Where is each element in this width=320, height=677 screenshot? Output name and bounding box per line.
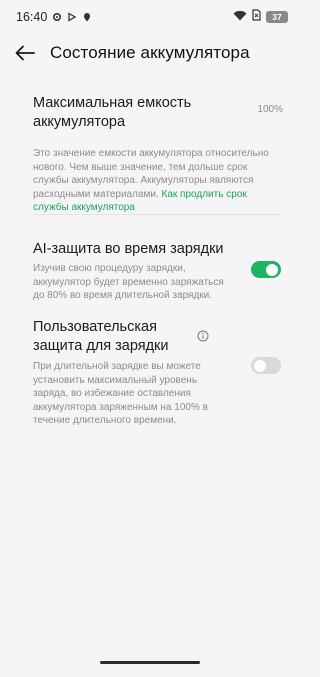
ai-protection-toggle[interactable] (251, 261, 281, 278)
status-bar-left: 16:40 (16, 10, 92, 24)
wifi-icon (233, 8, 247, 26)
toggle-knob (254, 359, 266, 372)
max-capacity-label: Максимальная емкость аккумулятора (33, 95, 192, 130)
info-icon[interactable] (197, 329, 209, 342)
toggle-knob (266, 263, 278, 276)
play-icon (67, 12, 77, 22)
battery-icon: 37 (266, 11, 288, 23)
ai-protection-row[interactable]: AI-защита во время зарядки Изучив свою п… (33, 240, 285, 303)
page-title: Состояние аккумулятора (50, 43, 250, 62)
sim-icon (252, 8, 261, 26)
max-capacity-value: 100% (257, 104, 283, 115)
location-icon (82, 12, 92, 22)
top-bar: Состояние аккумулятора (0, 34, 300, 72)
divider (33, 214, 281, 215)
home-indicator[interactable] (100, 661, 200, 664)
custom-protection-description: При длительной зарядке вы можете установ… (33, 361, 208, 426)
ai-protection-label: AI-защита во время зарядки (33, 241, 224, 257)
arrow-left-icon[interactable] (15, 43, 35, 63)
custom-protection-label: Пользовательская защита для зарядки (33, 319, 169, 354)
max-capacity-row: Максимальная емкость аккумулятора 100% (33, 94, 285, 132)
ai-protection-description: Изучив свою процедуру зарядки, аккумулят… (33, 263, 224, 301)
custom-protection-toggle[interactable] (251, 357, 281, 374)
status-bar-right: 37 (233, 8, 288, 26)
gear-icon (52, 12, 62, 22)
custom-protection-row[interactable]: Пользовательская защита для зарядки При … (33, 318, 285, 428)
status-time: 16:40 (16, 10, 48, 24)
status-bar: 16:40 37 (0, 0, 300, 34)
capacity-note: Это значение емкости аккумулятора относи… (33, 147, 281, 215)
